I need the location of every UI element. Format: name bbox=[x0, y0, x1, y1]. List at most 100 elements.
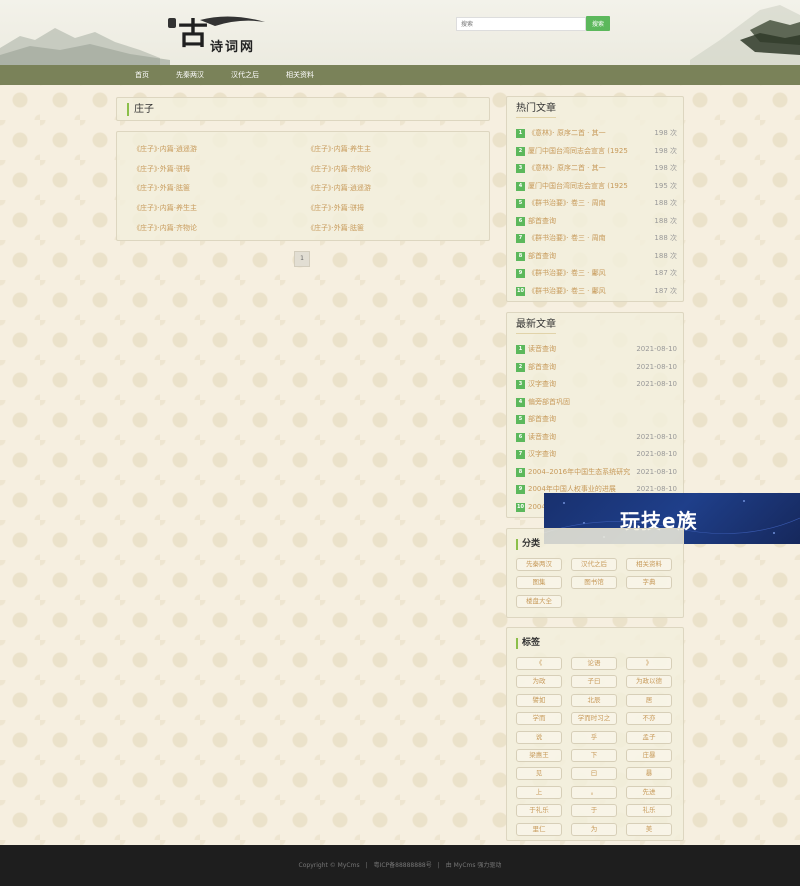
nav-after-han[interactable]: 汉代之后 bbox=[231, 65, 259, 85]
search-input[interactable] bbox=[456, 17, 586, 31]
list-item[interactable]: 《庄子》·内篇·逍遥游 bbox=[133, 144, 197, 154]
rank-badge: 7 bbox=[516, 234, 525, 243]
tag-chip[interactable]: 美 bbox=[626, 822, 672, 836]
tag-chip[interactable]: 为 bbox=[571, 822, 617, 836]
tag-chip[interactable]: 庄暴 bbox=[626, 749, 672, 762]
category-chip[interactable]: 字典 bbox=[626, 576, 672, 590]
tag-chip[interactable]: 学而时习之 bbox=[571, 712, 617, 726]
tag-chip[interactable]: 居 bbox=[626, 693, 672, 707]
list-item[interactable]: 《庄子》·外篇·骈拇 bbox=[133, 164, 190, 174]
tag-chip[interactable]: 乎 bbox=[571, 730, 617, 744]
view-count: 198 次 bbox=[654, 146, 677, 155]
category-chip[interactable]: 汉代之后 bbox=[571, 558, 617, 571]
publish-date: 2021-08-10 bbox=[636, 380, 677, 388]
tag-chip[interactable]: 说 bbox=[516, 730, 562, 744]
nav-pre-qin[interactable]: 先秦两汉 bbox=[176, 65, 204, 85]
tag-chip[interactable]: 为政 bbox=[516, 675, 562, 689]
rank-badge: 3 bbox=[516, 164, 525, 173]
site-logo[interactable]: 古 诗词网 bbox=[168, 10, 268, 58]
publish-date: 2021-08-10 bbox=[636, 345, 677, 353]
seal-icon bbox=[168, 18, 176, 28]
nav-resources[interactable]: 相关资料 bbox=[286, 65, 314, 85]
list-item[interactable]: 部首查询 bbox=[528, 252, 638, 261]
rank-badge: 6 bbox=[516, 216, 525, 226]
list-item[interactable]: 《意林》· 原序二首 · 其一 bbox=[528, 164, 638, 173]
category-chip[interactable]: 图书馆 bbox=[571, 576, 617, 590]
rank-badge: 8 bbox=[516, 467, 525, 477]
category-chip[interactable]: 先秦两汉 bbox=[516, 558, 562, 571]
list-item[interactable]: 汉字查询 bbox=[528, 380, 638, 389]
tag-chip[interactable]: 子曰 bbox=[571, 675, 617, 689]
list-item[interactable]: 部首查询 bbox=[528, 217, 638, 226]
tag-chip[interactable]: 礼乐 bbox=[626, 804, 672, 818]
rank-badge: 5 bbox=[516, 199, 525, 208]
page-title-panel: 庄子 bbox=[116, 97, 490, 121]
list-item[interactable]: 《庄子》·内篇·养生主 bbox=[133, 203, 197, 213]
tags-panel: 标签 《论语》为政 子曰 为政以德譬如 北辰居学而 学而时习之 不亦说乎孟子梁惠王下庄暴见… bbox=[506, 627, 684, 841]
pagination-page[interactable]: 1 bbox=[294, 251, 310, 267]
list-item[interactable]: 《庄子》·外篇·骈拇 bbox=[307, 203, 364, 213]
rank-badge: 1 bbox=[516, 345, 525, 354]
list-item[interactable]: 偏旁部首巩固 bbox=[528, 398, 638, 407]
list-item[interactable]: 《群书治要》· 卷三 · 鄘风 bbox=[528, 287, 638, 296]
list-item[interactable]: 厦门中国台湾同志会宣言 (1925 bbox=[528, 182, 638, 191]
list-item[interactable]: 2004–2016年中国生态系统研究 bbox=[528, 468, 638, 477]
tag-chip[interactable]: 于 bbox=[571, 804, 617, 818]
view-count: 195 次 bbox=[654, 181, 677, 190]
list-item[interactable]: 《群书治要》· 卷三 · 鄘风 bbox=[528, 269, 638, 278]
tag-chip[interactable]: 暴 bbox=[626, 767, 672, 781]
list-item[interactable]: 部首查询 bbox=[528, 363, 638, 372]
tag-chip[interactable]: 北辰 bbox=[571, 693, 617, 707]
list-item[interactable]: 《群书治要》· 卷三 · 周南 bbox=[528, 234, 638, 243]
site-footer: Copyright © MyCms | 粤ICP备88888888号 | 由 M… bbox=[0, 845, 800, 886]
rank-badge: 8 bbox=[516, 251, 525, 261]
list-item[interactable]: 《意林》· 原序二首 · 其一 bbox=[528, 129, 638, 138]
tag-chip[interactable]: 于礼乐 bbox=[516, 804, 562, 818]
nav-home[interactable]: 首页 bbox=[135, 65, 149, 85]
page-title: 庄子 bbox=[127, 103, 154, 116]
tag-chip[interactable]: 论语 bbox=[571, 657, 617, 670]
list-item[interactable]: 《庄子》·内篇·齐物论 bbox=[133, 223, 197, 233]
tag-chip[interactable]: 下 bbox=[571, 749, 617, 762]
tag-chip[interactable]: 见 bbox=[516, 767, 562, 781]
tag-chip[interactable]: 先进 bbox=[626, 785, 672, 799]
list-item[interactable]: 《庄子》·内篇·养生主 bbox=[307, 144, 371, 154]
list-item[interactable]: 《庄子》·外篇·胠箧 bbox=[133, 183, 190, 193]
rank-badge: 5 bbox=[516, 415, 525, 424]
category-chip[interactable]: 楼盘大全 bbox=[516, 594, 562, 608]
list-item[interactable]: 《群书治要》· 卷三 · 周南 bbox=[528, 199, 638, 208]
publish-date: 2021-08-10 bbox=[636, 450, 677, 458]
tag-chip[interactable]: 上 bbox=[516, 785, 562, 799]
category-chip[interactable]: 图集 bbox=[516, 576, 562, 590]
tag-chip[interactable]: 为政以德 bbox=[626, 675, 672, 689]
tag-chip[interactable]: 曰 bbox=[571, 767, 617, 781]
list-item[interactable]: 《庄子》·内篇·逍遥游 bbox=[307, 183, 371, 193]
list-item[interactable]: 部首查询 bbox=[528, 415, 638, 424]
rank-badge: 7 bbox=[516, 450, 525, 459]
rank-badge: 6 bbox=[516, 432, 525, 442]
landscape-illustration bbox=[0, 5, 800, 65]
rank-badge: 4 bbox=[516, 397, 525, 407]
list-item[interactable]: 《庄子》·内篇·齐物论 bbox=[307, 164, 371, 174]
list-item[interactable]: 汉字查询 bbox=[528, 450, 638, 459]
category-panel: 分类 先秦两汉 汉代之后 相关资料 图集 图书馆 字典 楼盘大全 bbox=[506, 528, 684, 618]
tag-chip[interactable]: 学而 bbox=[516, 712, 562, 726]
view-count: 188 次 bbox=[654, 216, 677, 225]
tag-chip[interactable]: 梁惠王 bbox=[516, 749, 562, 762]
publish-date: 2021-08-10 bbox=[636, 362, 677, 371]
tag-chip[interactable]: 里仁 bbox=[516, 822, 562, 836]
tag-chip[interactable]: 》 bbox=[626, 657, 672, 670]
search-button[interactable]: 搜索 bbox=[586, 16, 610, 31]
category-chip[interactable]: 相关资料 bbox=[626, 558, 672, 571]
tag-chip[interactable]: 《 bbox=[516, 657, 562, 670]
tag-chip[interactable]: 譬如 bbox=[516, 693, 562, 707]
tag-chip[interactable]: 孟子 bbox=[626, 730, 672, 744]
view-count: 198 次 bbox=[654, 164, 677, 172]
tags-title: 标签 bbox=[516, 638, 540, 649]
list-item[interactable]: 读音查询 bbox=[528, 433, 638, 442]
tag-chip[interactable]: 。 bbox=[571, 785, 617, 799]
tag-chip[interactable]: 不亦 bbox=[626, 712, 672, 726]
list-item[interactable]: 《庄子》·外篇·胠箧 bbox=[307, 223, 364, 233]
list-item[interactable]: 读音查询 bbox=[528, 345, 638, 354]
list-item[interactable]: 厦门中国台湾同志会宣言 (1925 bbox=[528, 147, 638, 156]
